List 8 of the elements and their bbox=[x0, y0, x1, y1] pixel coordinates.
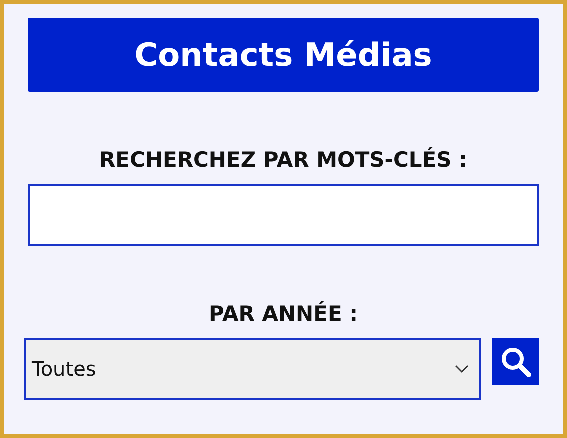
chevron-icon bbox=[455, 365, 469, 373]
year-label: PAR ANNÉE : bbox=[208, 302, 359, 326]
search-button[interactable] bbox=[492, 338, 539, 385]
year-dropdown[interactable]: Toutes bbox=[24, 338, 481, 400]
keyword-label: RECHERCHEZ PAR MOTS-CLÉS : bbox=[98, 148, 468, 172]
keyword-field[interactable] bbox=[28, 184, 539, 246]
search-icon bbox=[500, 346, 532, 378]
header-title: Contacts Médias bbox=[134, 36, 432, 74]
